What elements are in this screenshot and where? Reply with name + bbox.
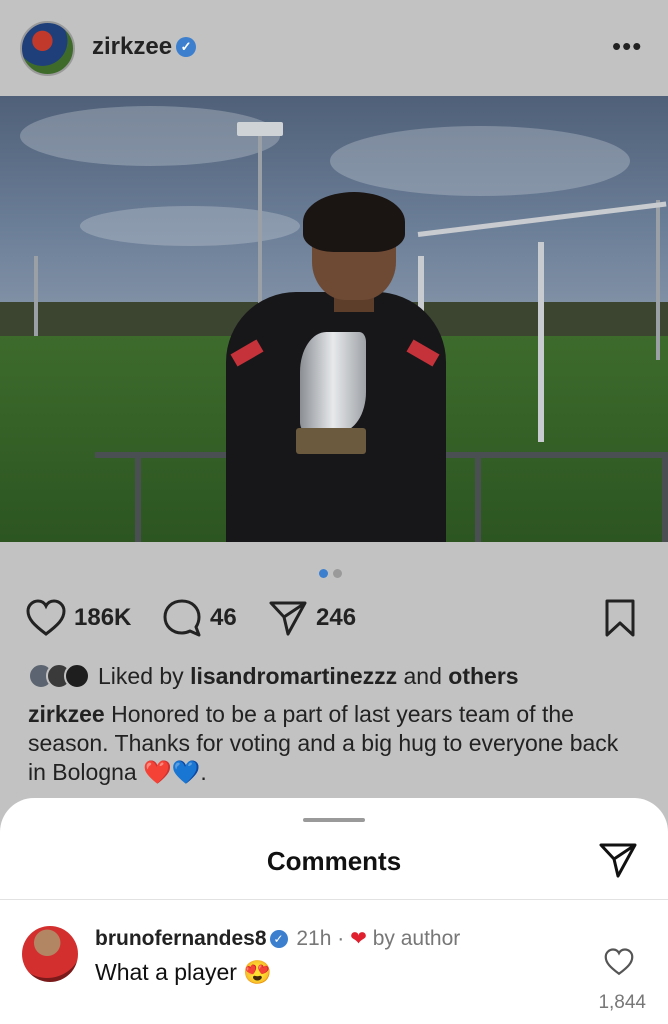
comment-time: 21h — [296, 927, 332, 950]
heart-eyes-emoji: 😍 — [243, 959, 272, 985]
comment-count[interactable]: 46 — [210, 604, 237, 632]
floodlight-pole — [656, 200, 660, 360]
carousel-indicator — [319, 565, 347, 583]
blue-heart-emoji: 💙 — [171, 759, 201, 785]
more-options-button[interactable]: ••• — [612, 33, 642, 59]
trophy — [300, 332, 366, 432]
comment-like-button[interactable] — [604, 948, 634, 981]
liked-by-others[interactable]: others — [448, 663, 518, 689]
meta-separator: · — [337, 927, 345, 950]
liked-by-author-label: by author — [372, 927, 461, 950]
sheet-title: Comments — [266, 846, 402, 876]
save-button[interactable] — [600, 598, 640, 643]
sheet-drag-handle[interactable] — [303, 818, 365, 822]
author-heart-icon: ❤ — [350, 928, 367, 950]
commenter-username[interactable]: brunofernandes8 — [95, 927, 267, 950]
red-heart-emoji: ❤️ — [143, 759, 172, 785]
commenter-avatar[interactable] — [22, 926, 78, 982]
heart-icon[interactable] — [604, 948, 634, 976]
railing-bar — [662, 458, 668, 542]
like-action[interactable]: 186K — [26, 596, 131, 640]
share-button[interactable] — [598, 840, 638, 885]
send-icon[interactable] — [598, 840, 638, 880]
author-avatar[interactable] — [20, 21, 75, 76]
floodlight-pole — [34, 256, 38, 336]
comment-body: What a player — [95, 959, 237, 985]
share-count[interactable]: 246 — [316, 604, 356, 632]
verified-badge-icon: ✓ — [269, 930, 288, 948]
divider — [0, 899, 668, 900]
heart-icon[interactable] — [26, 599, 66, 637]
railing-bar — [475, 458, 481, 542]
cloud — [330, 126, 630, 196]
comments-sheet: Comments brunofernandes8 ✓ 21h · ❤ by aut… — [0, 798, 668, 1024]
post-actions: 186K 46 246 — [0, 596, 668, 640]
railing-bar — [135, 458, 141, 542]
send-icon[interactable] — [268, 598, 308, 638]
share-action[interactable]: 246 — [268, 596, 356, 640]
caption-text: Honored to be a part of last years team … — [28, 701, 619, 785]
bookmark-icon[interactable] — [600, 598, 640, 638]
comment-action[interactable]: 46 — [162, 596, 237, 640]
post-photo[interactable] — [0, 96, 668, 542]
carousel-dot-active — [319, 569, 328, 578]
floodlight-head — [237, 122, 283, 136]
liker-avatar — [64, 663, 90, 689]
verified-badge-icon: ✓ — [176, 37, 197, 57]
author-username[interactable]: zirkzee ✓ — [92, 33, 197, 61]
comment-meta: brunofernandes8 ✓ 21h · ❤ by author — [95, 926, 460, 951]
liked-by-prefix: Liked by — [98, 662, 184, 689]
cloud — [20, 106, 280, 166]
author-username-text[interactable]: zirkzee — [92, 33, 172, 60]
liked-by-and: and — [403, 662, 442, 689]
post-header: zirkzee ✓ ••• — [0, 0, 668, 96]
carousel-dot — [333, 569, 342, 578]
post-caption: zirkzee Honored to be a part of last yea… — [28, 700, 640, 787]
player-hair — [303, 192, 405, 252]
liked-by-text: Liked by lisandromartinezzz and others — [98, 663, 519, 690]
comment-item: brunofernandes8 ✓ 21h · ❤ by author What … — [0, 908, 668, 1024]
comment-bubble-icon[interactable] — [162, 598, 202, 638]
caption-end: . — [200, 759, 207, 785]
caption-username[interactable]: zirkzee — [28, 701, 105, 727]
comment-like-count: 1,844 — [598, 992, 646, 1013]
liked-by-user[interactable]: lisandromartinezzz — [190, 663, 397, 689]
cloud — [80, 206, 300, 246]
floodlight-pole — [258, 136, 262, 326]
liked-by-row[interactable]: Liked by lisandromartinezzz and others — [28, 658, 648, 694]
like-count[interactable]: 186K — [74, 604, 131, 632]
goal-post — [417, 201, 667, 237]
goal-post — [538, 242, 544, 442]
trophy-base — [296, 428, 366, 454]
comment-text: What a player 😍 — [95, 959, 272, 986]
